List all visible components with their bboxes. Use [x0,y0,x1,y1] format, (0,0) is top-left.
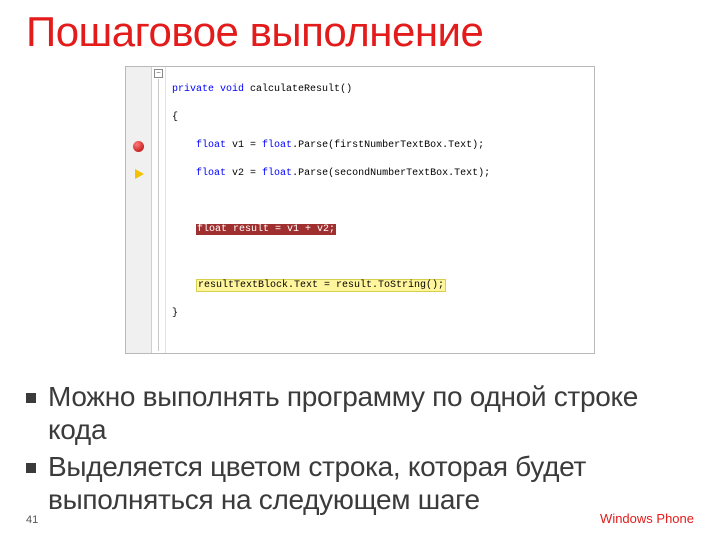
code-token: } [172,308,178,319]
current-line-arrow-icon [135,169,144,179]
code-token: .Parse(firstNumberTextBox.Text); [292,140,484,151]
footer: 41 Windows Phone [26,511,694,526]
code-body: private void calculateResult() { float v… [166,67,594,353]
brand-label: Windows Phone [600,511,694,526]
debug-gutter [126,67,152,353]
code-token: float [196,168,226,179]
code-token: float [196,140,226,151]
outline-column: − [152,67,166,353]
code-token: calculateResult() [244,84,352,95]
code-token: float [262,140,292,151]
code-token: float [262,168,292,179]
code-token: void [220,84,244,95]
code-token: private [172,84,214,95]
slide-title: Пошаговое выполнение [26,8,694,56]
breakpoint-icon [133,141,144,152]
fold-toggle-icon: − [154,69,163,78]
current-line: resultTextBlock.Text = result.ToString()… [196,279,446,292]
bullet-list: Можно выполнять программу по одной строк… [26,380,694,516]
code-token: { [172,112,178,123]
page-number: 41 [26,514,38,526]
breakpoint-line: float result = v1 + v2; [196,224,336,235]
bullet-item: Можно выполнять программу по одной строк… [26,380,694,446]
code-token: .Parse(secondNumberTextBox.Text); [292,168,490,179]
code-panel: − private void calculateResult() { float… [125,66,595,354]
code-token: v1 = [226,140,262,151]
bullet-item: Выделяется цветом строка, которая будет … [26,450,694,516]
code-token: v2 = [226,168,262,179]
